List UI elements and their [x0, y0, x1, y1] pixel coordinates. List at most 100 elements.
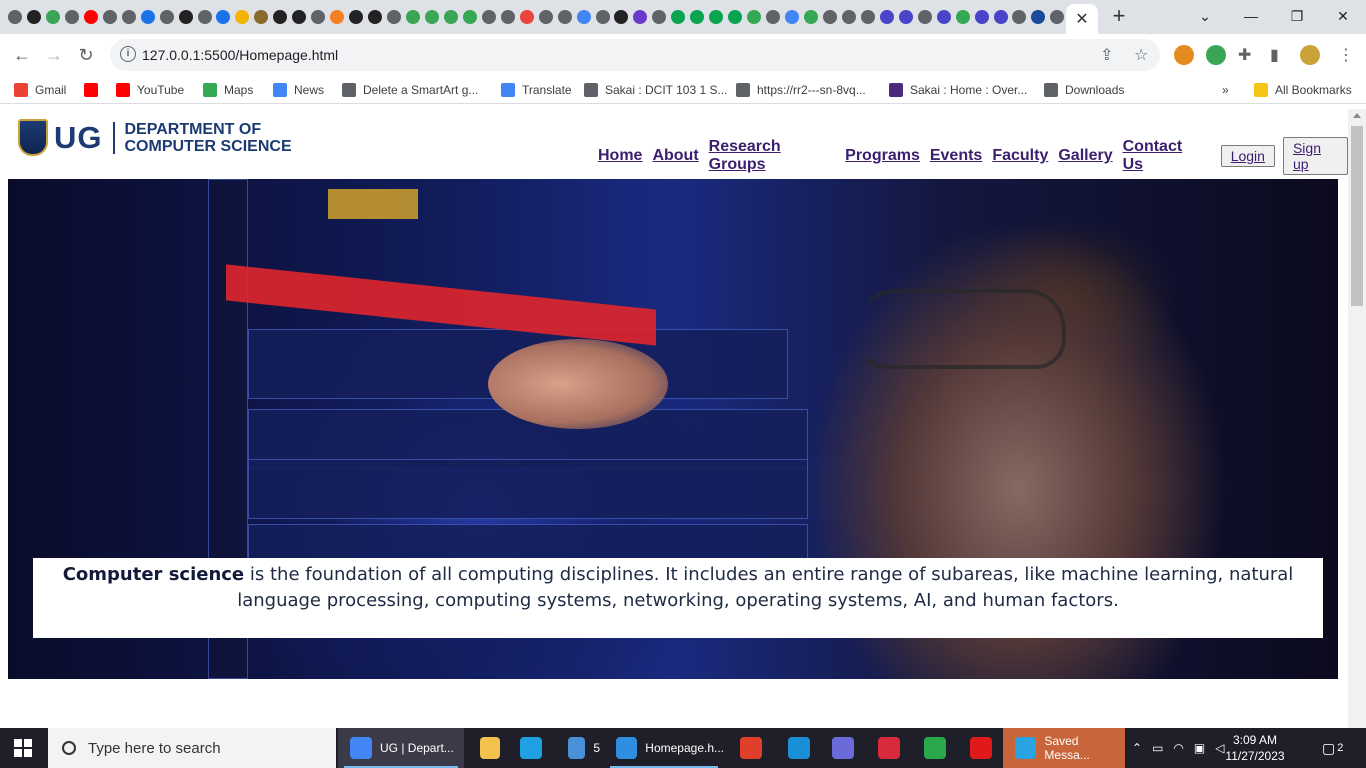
tab-favicon-icon[interactable]	[1048, 8, 1066, 26]
nav-link-events[interactable]: Events	[930, 147, 982, 165]
tab-favicon-icon[interactable]	[650, 8, 668, 26]
tab-favicon-icon[interactable]	[63, 8, 81, 26]
tab-favicon-icon[interactable]	[309, 8, 327, 26]
tab-favicon-icon[interactable]	[158, 8, 176, 26]
bookmark-item[interactable]: Translate	[501, 82, 572, 98]
scroll-up-icon[interactable]	[1353, 113, 1361, 118]
tab-favicon-icon[interactable]	[859, 8, 877, 26]
wifi-icon[interactable]: ◠	[1173, 741, 1183, 755]
tab-favicon-icon[interactable]	[1011, 8, 1029, 26]
tab-favicon-icon[interactable]	[878, 8, 896, 26]
nav-link-about[interactable]: About	[652, 147, 698, 165]
nav-link-contact-us[interactable]: Contact Us	[1123, 138, 1203, 174]
tab-favicon-icon[interactable]	[821, 8, 839, 26]
tab-favicon-icon[interactable]	[461, 8, 479, 26]
bookmark-item[interactable]: https://rr2---sn-8vq...	[736, 82, 866, 98]
bookmark-item[interactable]: Downloads	[1044, 82, 1124, 98]
tab-favicon-icon[interactable]	[1029, 8, 1047, 26]
nav-link-home[interactable]: Home	[598, 147, 642, 165]
tab-favicon-icon[interactable]	[802, 8, 820, 26]
nav-link-research-groups[interactable]: Research Groups	[709, 138, 836, 174]
new-tab-button[interactable]: +	[1108, 5, 1130, 28]
minimize-icon[interactable]: —	[1228, 4, 1274, 28]
tab-favicon-icon[interactable]	[537, 8, 555, 26]
tab-favicon-icon[interactable]	[973, 8, 991, 26]
bookmark-star-icon[interactable]: ☆	[1134, 45, 1148, 65]
tab-favicon-icon[interactable]	[404, 8, 422, 26]
page-scrollbar[interactable]	[1348, 109, 1366, 728]
taskbar-app[interactable]	[912, 728, 956, 768]
tab-favicon-icon[interactable]	[518, 8, 536, 26]
tab-favicon-icon[interactable]	[840, 8, 858, 26]
tab-favicon-icon[interactable]	[669, 8, 687, 26]
tab-favicon-icon[interactable]	[916, 8, 934, 26]
url-text[interactable]: 127.0.0.1:5500/Homepage.html	[142, 47, 338, 63]
tab-favicon-icon[interactable]	[196, 8, 214, 26]
taskbar-app[interactable]	[820, 728, 864, 768]
clock[interactable]: 3:09 AM 11/27/2023	[1222, 732, 1288, 764]
tab-favicon-icon[interactable]	[385, 8, 403, 26]
address-bar[interactable]: i 127.0.0.1:5500/Homepage.html ⇪ ☆	[110, 39, 1160, 71]
tab-favicon-icon[interactable]	[139, 8, 157, 26]
scroll-thumb[interactable]	[1351, 126, 1363, 306]
tab-favicon-icon[interactable]	[764, 8, 782, 26]
side-panel-icon[interactable]: ▮	[1270, 45, 1279, 65]
tab-favicon-icon[interactable]	[783, 8, 801, 26]
tab-favicon-icon[interactable]	[688, 8, 706, 26]
tab-favicon-icon[interactable]	[6, 8, 24, 26]
nav-link-faculty[interactable]: Faculty	[992, 147, 1048, 165]
taskbar-app[interactable]: 5	[556, 728, 600, 768]
tab-favicon-icon[interactable]	[575, 8, 593, 26]
tab-favicon-icon[interactable]	[992, 8, 1010, 26]
extension-icon[interactable]	[1206, 45, 1226, 65]
tab-favicon-icon[interactable]	[745, 8, 763, 26]
department-logo[interactable]: UG DEPARTMENT OF COMPUTER SCIENCE	[18, 119, 292, 156]
tab-favicon-icon[interactable]	[480, 8, 498, 26]
taskbar-search[interactable]: Type here to search	[48, 728, 336, 768]
tab-favicon-icon[interactable]	[271, 8, 289, 26]
tab-favicon-icon[interactable]	[214, 8, 232, 26]
chevron-up-icon[interactable]: ⌃	[1132, 741, 1142, 755]
taskbar-app[interactable]	[508, 728, 552, 768]
extensions-puzzle-icon[interactable]: ✚	[1238, 45, 1251, 65]
tab-favicon-icon[interactable]	[120, 8, 138, 26]
tab-favicon-icon[interactable]	[290, 8, 308, 26]
menu-icon[interactable]: ⋮	[1338, 45, 1354, 65]
tab-favicon-icon[interactable]	[897, 8, 915, 26]
back-icon[interactable]: ←	[10, 43, 34, 67]
bookmark-item[interactable]: Sakai : Home : Over...	[889, 82, 1027, 98]
taskbar-app[interactable]	[728, 728, 772, 768]
tab-favicon-icon[interactable]	[101, 8, 119, 26]
tab-favicon-icon[interactable]	[347, 8, 365, 26]
tab-favicon-icon[interactable]	[707, 8, 725, 26]
profile-avatar[interactable]	[1300, 45, 1320, 65]
tab-favicon-icon[interactable]	[954, 8, 972, 26]
tab-search-icon[interactable]: ⌄	[1182, 4, 1228, 28]
tab-favicon-icon[interactable]	[328, 8, 346, 26]
notification-icon[interactable]: ▢ 2	[1322, 728, 1343, 768]
signup-button[interactable]: Sign up	[1282, 137, 1348, 175]
tab-favicon-icon[interactable]	[177, 8, 195, 26]
tab-favicon-icon[interactable]	[423, 8, 441, 26]
tab-favicon-icon[interactable]	[442, 8, 460, 26]
extension-icon[interactable]	[1174, 45, 1194, 65]
bookmark-item[interactable]: Maps	[203, 82, 253, 98]
restore-icon[interactable]: ❐	[1274, 4, 1320, 28]
tab-favicon-icon[interactable]	[252, 8, 270, 26]
tab-favicon-icon[interactable]	[25, 8, 43, 26]
taskbar-app[interactable]: Homepage.h...	[604, 728, 724, 768]
tab-favicon-icon[interactable]	[935, 8, 953, 26]
tab-favicon-icon[interactable]	[726, 8, 744, 26]
tab-favicon-icon[interactable]	[613, 8, 631, 26]
bookmark-item[interactable]: Sakai : DCIT 103 1 S...	[584, 82, 728, 98]
taskbar-app[interactable]: UG | Depart...	[338, 728, 464, 768]
tab-favicon-icon[interactable]	[366, 8, 384, 26]
close-window-icon[interactable]: ✕	[1320, 4, 1366, 28]
bookmark-item[interactable]: News	[273, 82, 324, 98]
device-icon[interactable]: ▣	[1194, 741, 1205, 755]
bookmarks-overflow-icon[interactable]: »	[1222, 82, 1229, 98]
tab-favicon-icon[interactable]	[233, 8, 251, 26]
taskbar-app[interactable]	[866, 728, 910, 768]
taskbar-app[interactable]	[468, 728, 508, 768]
close-tab-icon[interactable]: ✕	[1075, 9, 1088, 29]
